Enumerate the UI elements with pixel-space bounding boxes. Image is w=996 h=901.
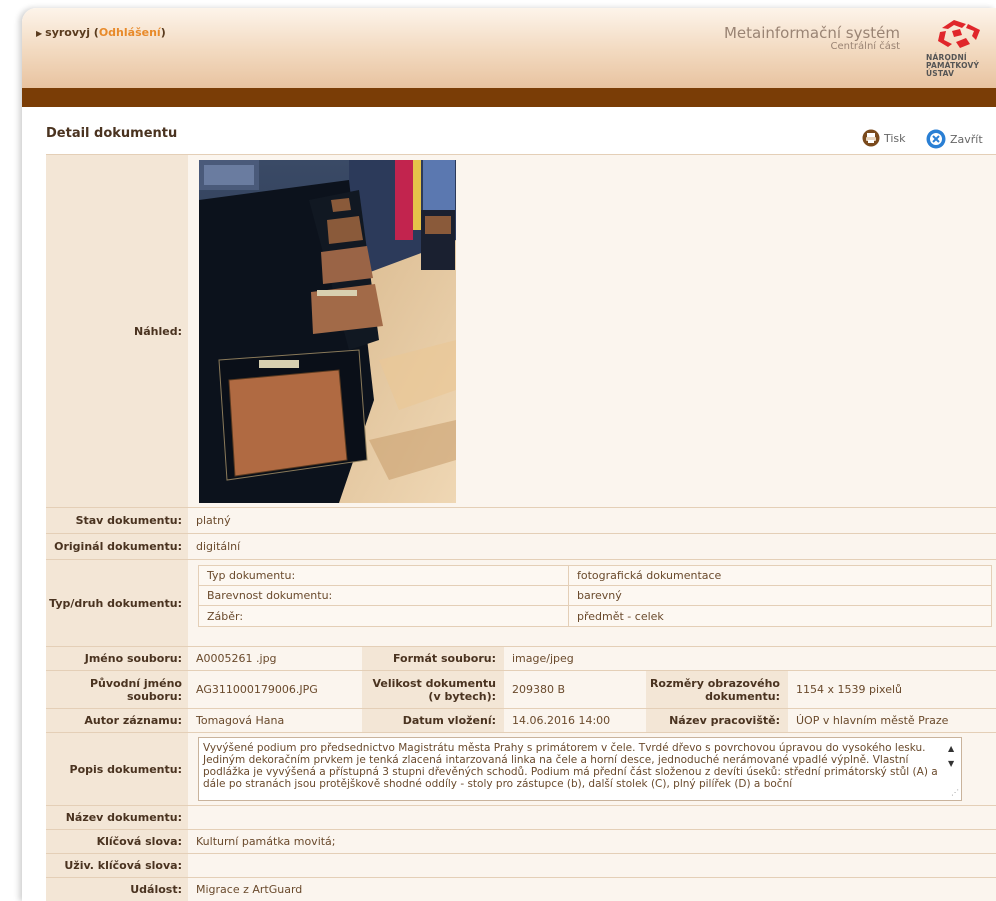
npu-logo-icon[interactable]: NÁRODNÍ PAMÁTKOVÝ ÚSTAV bbox=[922, 12, 996, 84]
date-label: Datum vložení: bbox=[362, 709, 504, 733]
print-label: Tisk bbox=[884, 131, 906, 145]
size-label: Velikost dokumentu (v bytech): bbox=[362, 671, 504, 709]
system-title: Metainformační systém bbox=[723, 24, 900, 42]
table-row: Záběr: předmět - celek bbox=[199, 606, 991, 626]
user-name[interactable]: syrovyj bbox=[45, 26, 90, 39]
close-label: Zavřít bbox=[950, 132, 983, 146]
logo-mark bbox=[938, 20, 980, 48]
status-value: platný bbox=[188, 508, 996, 534]
preview-photo bbox=[199, 160, 456, 503]
user-keywords-value bbox=[188, 854, 996, 878]
type-key: Barevnost dokumentu: bbox=[199, 586, 569, 605]
type-key: Typ dokumentu: bbox=[199, 566, 569, 585]
scroll-up-icon[interactable]: ▲ bbox=[948, 743, 954, 755]
resize-grip-icon[interactable]: ⋰ bbox=[951, 787, 959, 799]
dimensions-value: 1154 x 1539 pixelů bbox=[788, 671, 996, 709]
author-value: Tomagová Hana bbox=[188, 709, 362, 733]
header: ▶ syrovyj (Odhlášení) Metainformační syst… bbox=[22, 8, 996, 88]
original-label: Originál dokumentu: bbox=[46, 534, 188, 560]
description-scrollbar[interactable]: ▲ ▼ ⋰ bbox=[945, 738, 961, 800]
system-name: Metainformační systém Centrální část bbox=[724, 24, 900, 52]
type-key: Záběr: bbox=[199, 606, 569, 626]
user-bar: ▶ syrovyj (Odhlášení) bbox=[36, 26, 166, 39]
filename-label: Jméno souboru: bbox=[46, 647, 188, 671]
event-value: Migrace z ArtGuard bbox=[188, 878, 996, 901]
logout-link[interactable]: Odhlášení bbox=[99, 26, 161, 39]
print-icon bbox=[862, 129, 880, 147]
orig-filename-label: Původní jméno souboru: bbox=[46, 671, 188, 709]
table-row: Typ dokumentu: fotografická dokumentace bbox=[199, 566, 991, 586]
doc-name-value bbox=[188, 806, 996, 830]
type-label: Typ/druh dokumentu: bbox=[46, 560, 188, 647]
size-value: 209380 B bbox=[504, 671, 646, 709]
scroll-down-icon[interactable]: ▼ bbox=[948, 758, 954, 770]
description-label: Popis dokumentu: bbox=[46, 733, 188, 806]
filename-value: A0005261 .jpg bbox=[188, 647, 362, 671]
document-preview-image[interactable] bbox=[199, 160, 456, 503]
workplace-value: ÚOP v hlavním městě Praze bbox=[788, 709, 996, 733]
type-value: barevný bbox=[577, 589, 622, 602]
status-label: Stav dokumentu: bbox=[46, 508, 188, 534]
close-button[interactable]: Zavřít bbox=[926, 129, 983, 149]
header-bar bbox=[22, 88, 996, 107]
logo-line-3: ÚSTAV bbox=[926, 69, 955, 78]
description-textarea[interactable]: Vyvýšené podium pro předsednictvo Magist… bbox=[198, 737, 962, 801]
preview-label: Náhled: bbox=[46, 154, 188, 508]
system-subtitle: Centrální část bbox=[830, 41, 900, 52]
type-value: předmět - celek bbox=[577, 609, 664, 623]
page-title: Detail dokumentu bbox=[46, 126, 178, 141]
dimensions-label: Rozměry obrazového dokumentu: bbox=[646, 671, 788, 709]
user-keywords-label: Uživ. klíčová slova: bbox=[46, 854, 188, 878]
keywords-value: Kulturní památka movitá; bbox=[188, 830, 996, 854]
description-text: Vyvýšené podium pro předsednictvo Magist… bbox=[203, 742, 938, 790]
event-label: Událost: bbox=[46, 878, 188, 901]
format-label: Formát souboru: bbox=[362, 647, 504, 671]
triangle-right-icon: ▶ bbox=[36, 29, 43, 38]
date-value: 14.06.2016 14:00 bbox=[504, 709, 646, 733]
doc-name-label: Název dokumentu: bbox=[46, 806, 188, 830]
orig-filename-value: AG311000179006.JPG bbox=[188, 671, 362, 709]
print-button[interactable]: Tisk bbox=[862, 129, 906, 147]
table-row: Barevnost dokumentu: barevný bbox=[199, 586, 991, 606]
type-value: fotografická dokumentace bbox=[577, 569, 722, 582]
type-subtable: Typ dokumentu: fotografická dokumentace … bbox=[198, 565, 992, 627]
original-value: digitální bbox=[188, 534, 996, 560]
author-label: Autor záznamu: bbox=[46, 709, 188, 733]
workplace-label: Název pracoviště: bbox=[646, 709, 788, 733]
page: ▶ syrovyj (Odhlášení) Metainformační syst… bbox=[22, 8, 996, 901]
close-icon bbox=[926, 129, 946, 149]
keywords-label: Klíčová slova: bbox=[46, 830, 188, 854]
format-value: image/jpeg bbox=[504, 647, 996, 671]
